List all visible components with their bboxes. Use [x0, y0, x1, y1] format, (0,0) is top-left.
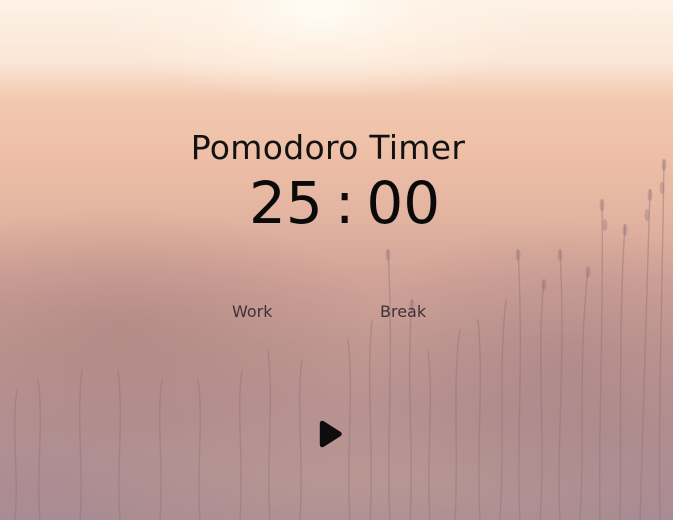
page-title: Pomodoro Timer	[190, 128, 466, 167]
play-button[interactable]	[312, 418, 346, 452]
timer-minutes: 25	[249, 169, 323, 237]
timer-seconds: 00	[366, 169, 441, 237]
play-icon	[319, 420, 342, 448]
timer-separator: :	[334, 169, 355, 237]
break-mode-button[interactable]: Break	[380, 302, 426, 321]
work-mode-button[interactable]: Work	[232, 302, 273, 321]
timer-display: 25 : 00	[249, 168, 440, 238]
